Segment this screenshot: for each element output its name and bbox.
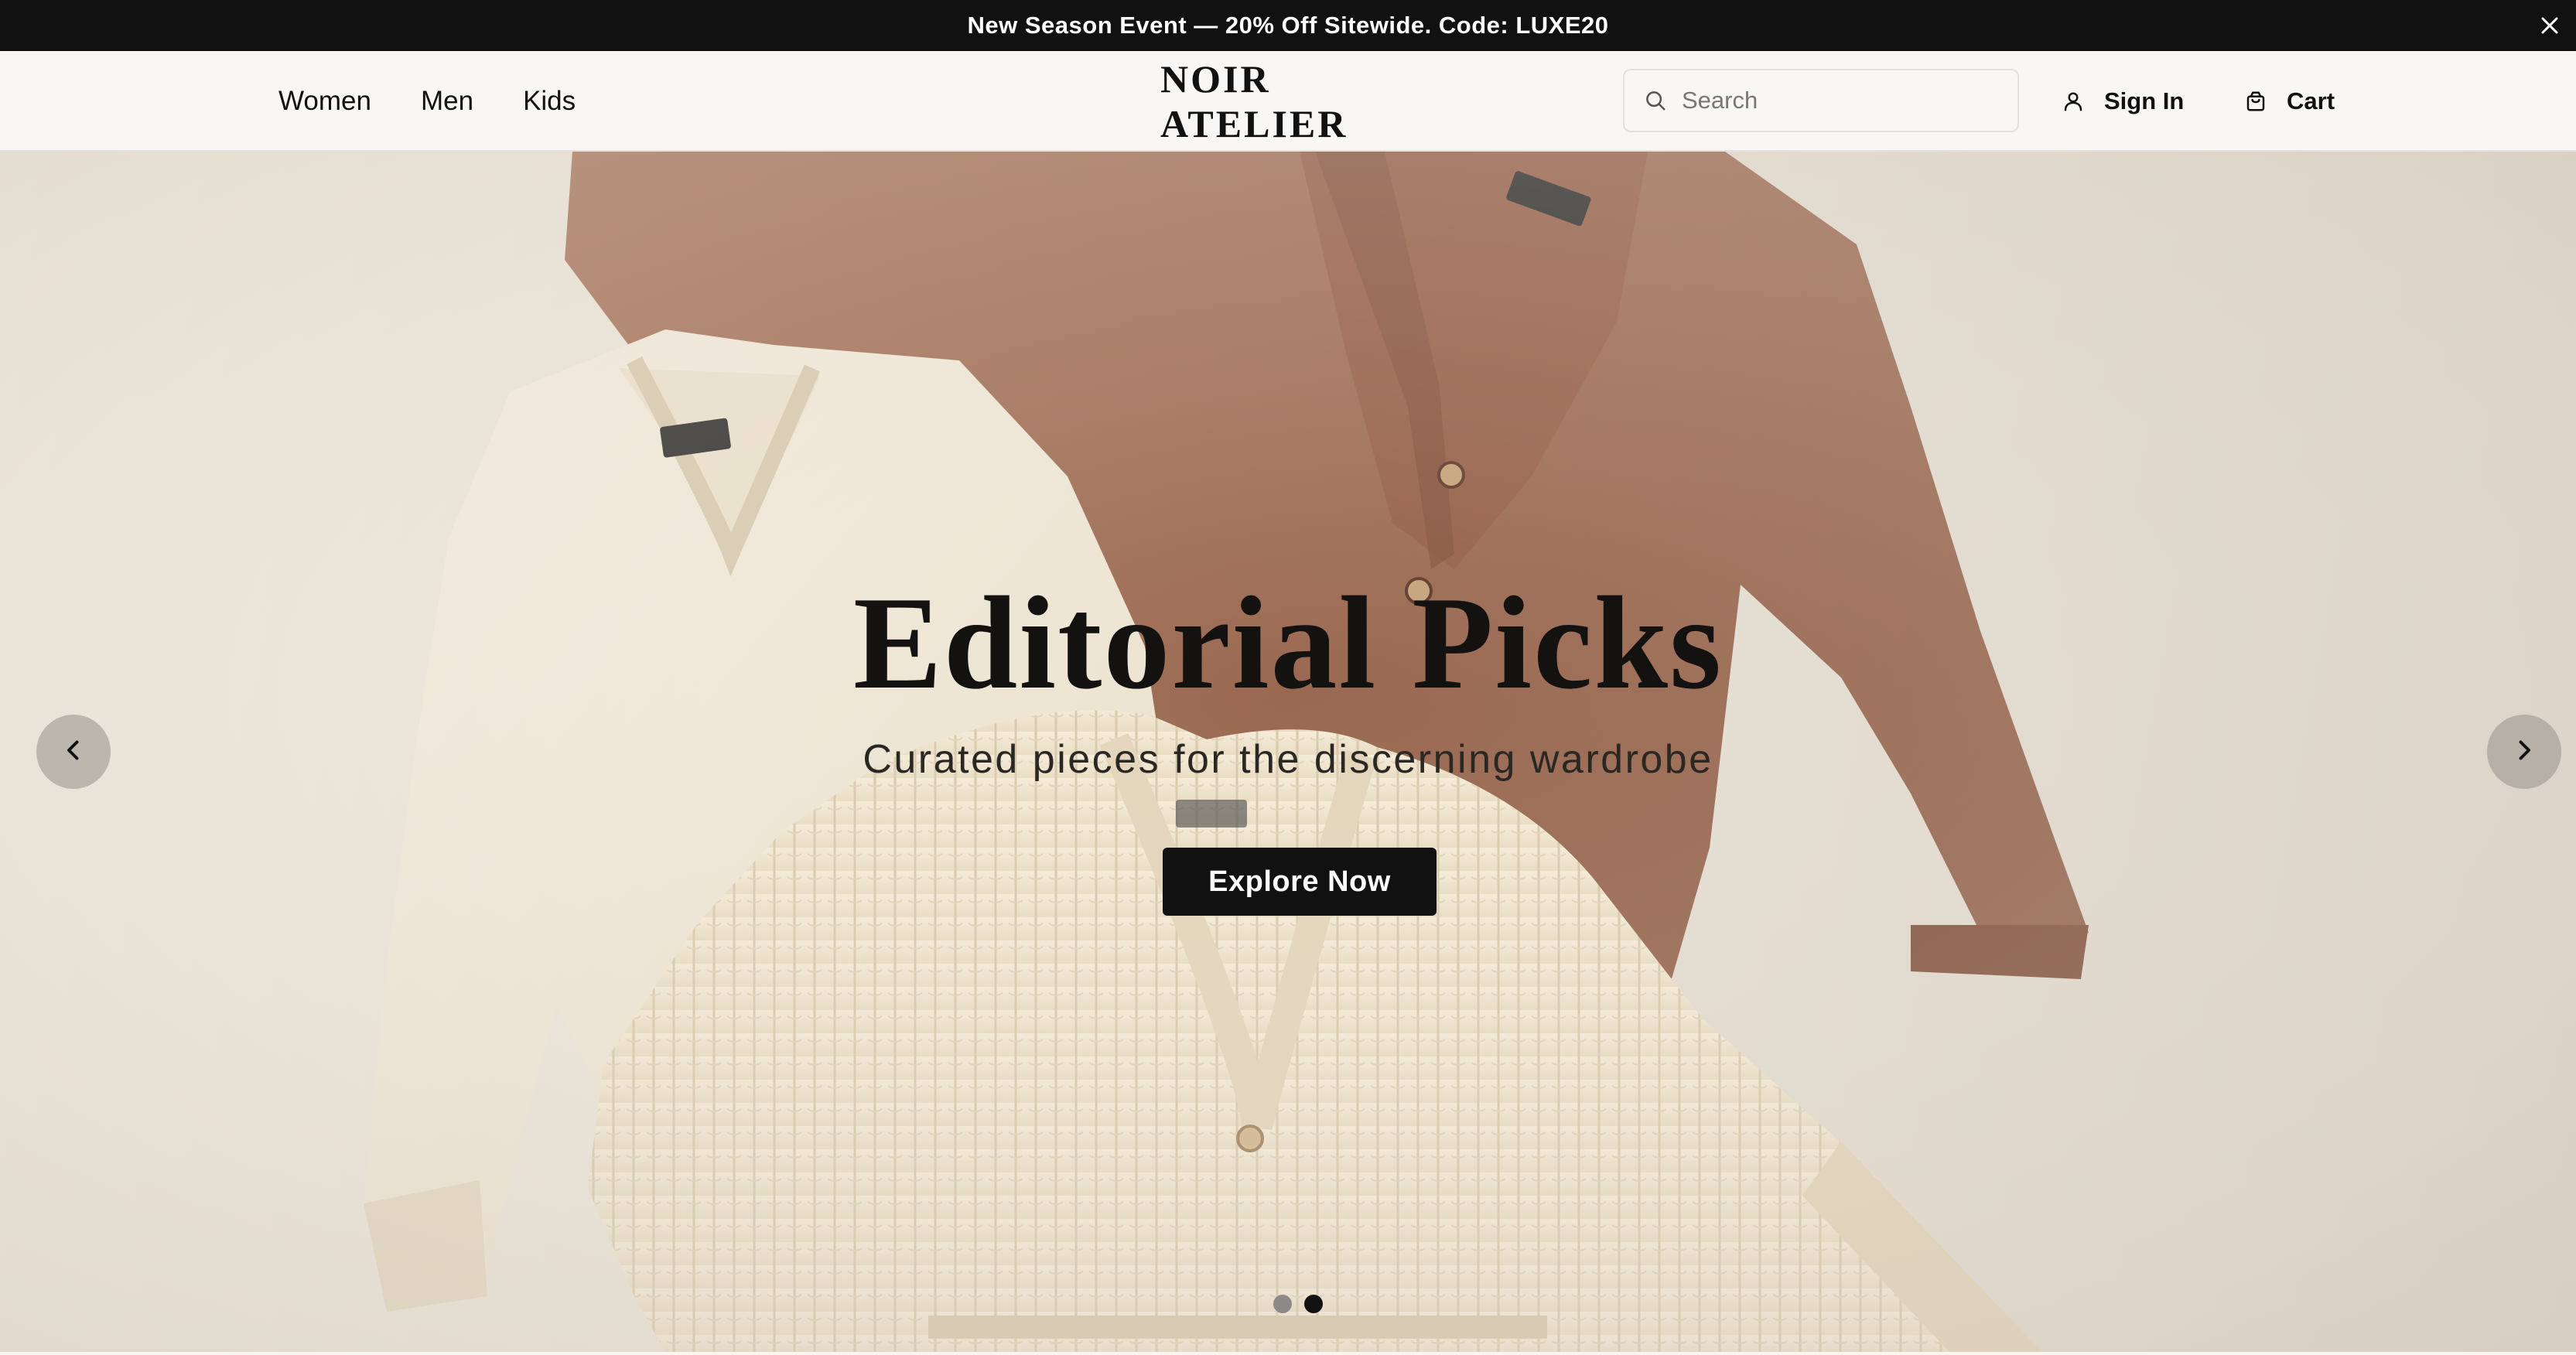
cart-link[interactable]: Cart (2242, 51, 2335, 152)
search-input[interactable] (1682, 87, 2007, 114)
announcement-bar: New Season Event — 20% Off Sitewide. Cod… (0, 0, 2576, 51)
bag-icon (2242, 87, 2270, 115)
main-nav: Women Men Kids (278, 51, 576, 152)
chevron-right-icon (2510, 736, 2538, 768)
announcement-text: New Season Event — 20% Off Sitewide. Cod… (967, 12, 1609, 39)
user-icon (2059, 87, 2087, 115)
site-header: Women Men Kids NOIR ATELIER Sign In Cart (0, 51, 2576, 152)
search-box[interactable] (1623, 69, 2019, 132)
hero-title: Editorial Picks (852, 570, 1724, 717)
carousel-dot-2[interactable] (1304, 1295, 1323, 1313)
carousel-next-button[interactable] (2487, 715, 2561, 789)
explore-now-button[interactable]: Explore Now (1163, 848, 1437, 916)
carousel-prev-button[interactable] (36, 715, 111, 789)
cart-label: Cart (2287, 87, 2335, 114)
carousel-dot-1[interactable] (1273, 1295, 1292, 1313)
hero-subtitle: Curated pieces for the discerning wardro… (863, 737, 1713, 782)
nav-men[interactable]: Men (421, 86, 473, 117)
nav-women[interactable]: Women (278, 86, 371, 117)
brand-logo[interactable]: NOIR ATELIER (1160, 51, 1437, 152)
chevron-left-icon (60, 736, 87, 768)
sign-in-label: Sign In (2104, 87, 2185, 114)
search-icon (1642, 87, 1669, 114)
carousel-dots (1273, 1295, 1323, 1313)
close-icon[interactable] (2531, 7, 2568, 44)
sign-in-link[interactable]: Sign In (2059, 51, 2184, 152)
hero-carousel: Editorial Picks Curated pieces for the d… (0, 152, 2576, 1352)
nav-kids[interactable]: Kids (523, 86, 576, 117)
